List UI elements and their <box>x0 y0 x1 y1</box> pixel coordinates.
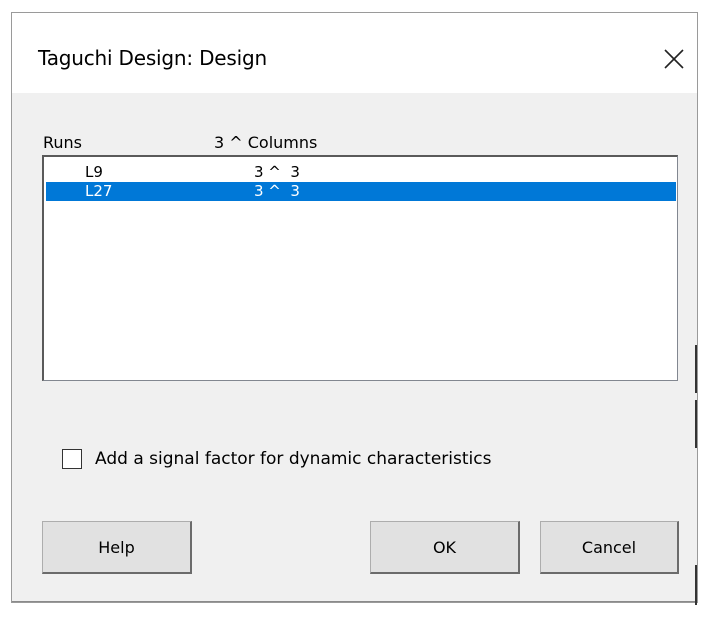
window-edge-mark <box>695 565 697 605</box>
taguchi-design-dialog: Taguchi Design: Design Runs 3 ^ Columns … <box>11 12 698 603</box>
cancel-button[interactable]: Cancel <box>540 521 679 574</box>
ok-button[interactable]: OK <box>370 521 520 574</box>
list-cell-runs: L9 <box>85 163 103 181</box>
list-cell-columns: 3 ^ 3 <box>254 182 300 200</box>
list-row-l9[interactable]: L9 3 ^ 3 <box>46 163 676 182</box>
close-icon <box>664 49 684 69</box>
column-header-runs: Runs <box>43 133 83 152</box>
help-button[interactable]: Help <box>42 521 192 574</box>
close-button[interactable] <box>656 41 692 77</box>
dialog-title: Taguchi Design: Design <box>38 46 267 70</box>
column-header-columns: 3 ^ Columns <box>214 133 318 152</box>
window-edge-mark <box>695 345 697 393</box>
window-edge-mark <box>695 400 697 448</box>
list-cell-runs: L27 <box>85 182 113 200</box>
dialog-titlebar: Taguchi Design: Design <box>12 13 697 93</box>
list-row-l27[interactable]: L27 3 ^ 3 <box>46 182 676 201</box>
dialog-bottom-border <box>12 601 697 602</box>
design-listbox[interactable]: L9 3 ^ 3 L27 3 ^ 3 <box>42 155 678 381</box>
signal-factor-label: Add a signal factor for dynamic characte… <box>95 449 492 469</box>
signal-factor-checkbox[interactable] <box>62 449 82 469</box>
list-cell-columns: 3 ^ 3 <box>254 163 300 181</box>
